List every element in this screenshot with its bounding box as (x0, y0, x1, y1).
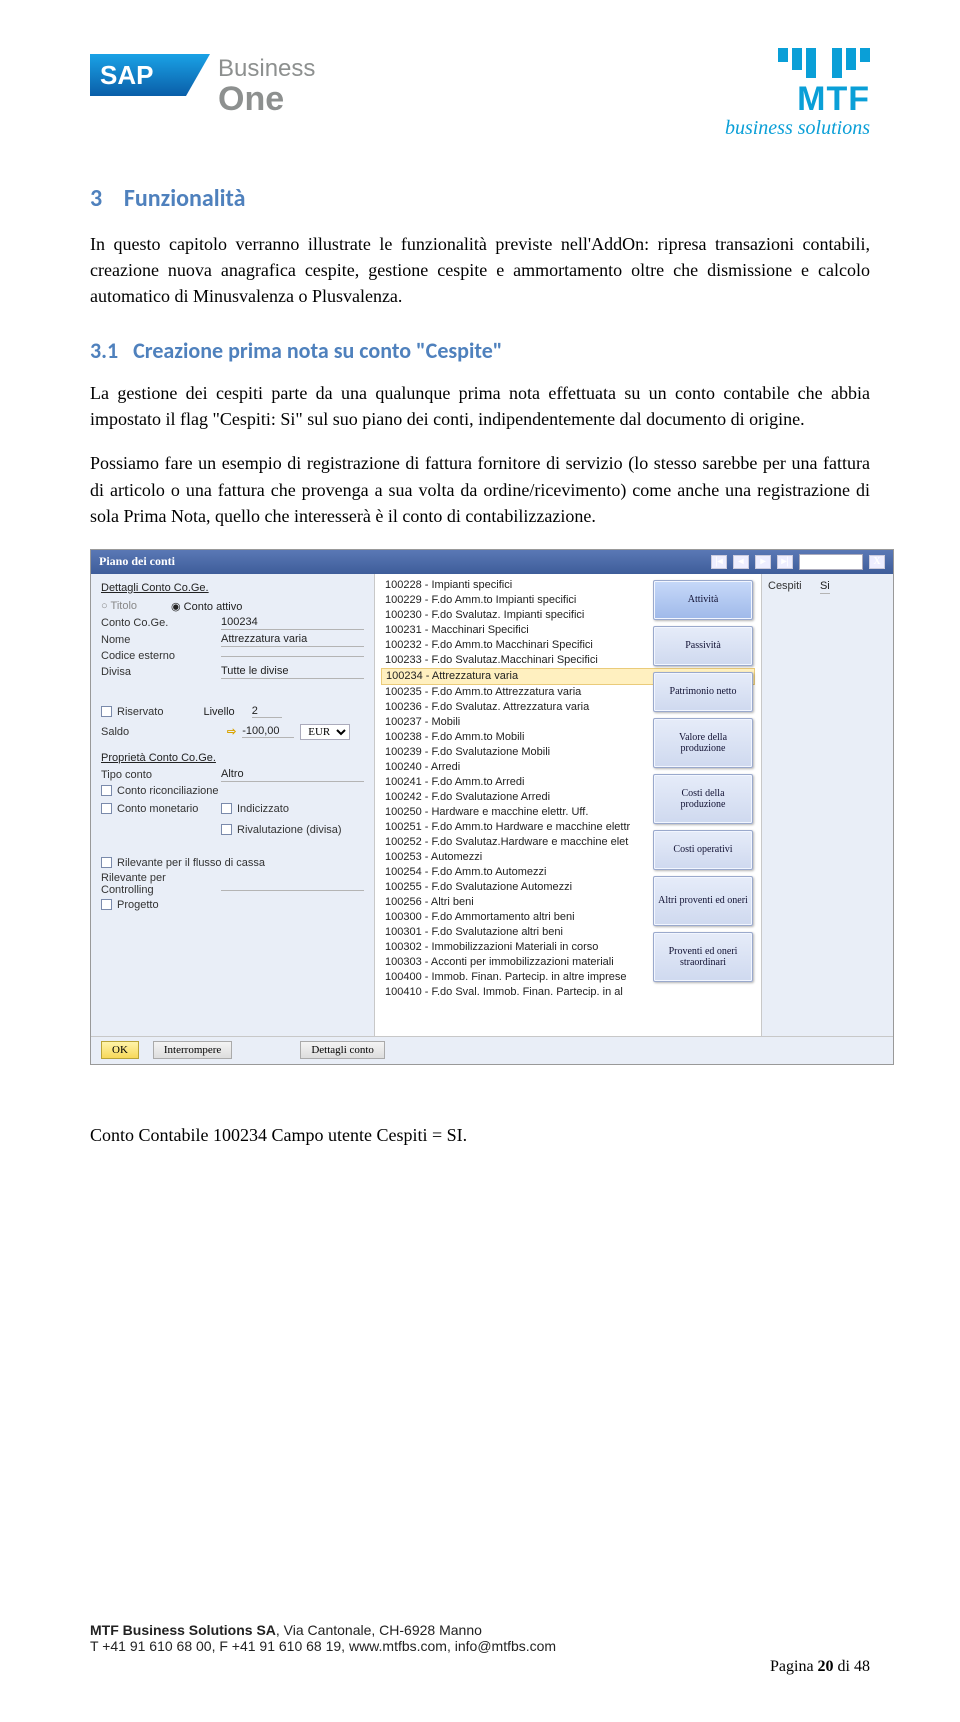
footer-address: , Via Cantonale, CH-6928 Manno (276, 1622, 482, 1638)
drawer-button[interactable]: Passività (653, 626, 753, 666)
details-panel: Dettagli Conto Co.Ge. ○ Titolo ◉ Conto a… (91, 574, 375, 1064)
ok-button[interactable]: OK (101, 1041, 139, 1059)
section-heading: 3 Funzionalità (90, 184, 870, 213)
screenshot-caption: Conto Contabile 100234 Campo utente Cesp… (90, 1125, 870, 1146)
saldo-value[interactable]: -100,00 (242, 725, 294, 738)
subsection-title: Creazione prima nota su conto "Cespite" (133, 337, 502, 364)
subsection-para2: Possiamo fare un esempio di registrazion… (90, 450, 870, 528)
page-number: Pagina 20 di 48 (90, 1658, 870, 1676)
mtf-logo: MTF business solutions (640, 48, 870, 128)
ril-ctrl-label: Rilevante per Controlling (101, 872, 221, 896)
window-footer: OK Interrompere Dettagli conto (91, 1036, 893, 1064)
link-arrow-icon[interactable]: ⇨ (227, 725, 236, 738)
close-button[interactable]: X (869, 555, 885, 569)
section-num: 3 (90, 184, 102, 213)
svg-text:SAP: SAP (100, 60, 153, 90)
section-title: Funzionalità (124, 184, 246, 213)
drawer-button[interactable]: Costi della produzione (653, 774, 753, 824)
tipo-label: Tipo conto (101, 769, 221, 781)
drawer-button[interactable]: Altri proventi ed oneri (653, 876, 753, 926)
drawer-button[interactable]: Proventi ed oneri straordinari (653, 932, 753, 982)
right-panel: Cespiti Si (761, 574, 893, 1064)
codice-value[interactable] (221, 655, 364, 657)
detail-button[interactable]: Dettagli conto (300, 1041, 385, 1059)
window-title: Piano dei conti (99, 554, 175, 569)
divisa-label: Divisa (101, 666, 221, 678)
mtf-brand: MTF (640, 80, 870, 119)
subsection-num: 3.1 (90, 337, 118, 364)
app-screenshot: Piano dei conti |◂ ◂ ▸ ▸| Generale ▾ X D… (90, 549, 894, 1065)
cespiti-label: Cespiti (768, 580, 802, 592)
section-intro: In questo capitolo verranno illustrate l… (90, 231, 870, 309)
page-footer: MTF Business Solutions SA, Via Cantonale… (90, 1622, 870, 1676)
drawer-button[interactable]: Attività (653, 580, 753, 620)
tipo-value[interactable]: Altro (221, 768, 364, 782)
codice-label: Codice esterno (101, 650, 221, 662)
mtf-sub: business solutions (640, 117, 870, 140)
radio-titolo[interactable]: Titolo (111, 600, 138, 612)
chk-riconciliazione[interactable]: Conto riconciliazione (101, 785, 364, 797)
chk-progetto[interactable]: Progetto (101, 899, 364, 911)
subsection-para1: La gestione dei cespiti parte da una qua… (90, 380, 870, 432)
drawer-button[interactable]: Patrimonio netto (653, 672, 753, 712)
details-title: Dettagli Conto Co.Ge. (101, 582, 364, 594)
mtf-bars-icon (640, 48, 870, 78)
drawer-button[interactable]: Valore della produzione (653, 718, 753, 768)
livello-label: Livello (203, 706, 234, 718)
nome-label: Nome (101, 634, 221, 646)
sap-sub-1: Business (218, 55, 315, 82)
cancel-button[interactable]: Interrompere (153, 1041, 232, 1059)
chk-flusso-cassa[interactable]: Rilevante per il flusso di cassa (101, 857, 364, 869)
subsection-heading: 3.1 Creazione prima nota su conto "Cespi… (90, 337, 870, 364)
conto-label: Conto Co.Ge. (101, 617, 221, 629)
conto-value[interactable]: 100234 (221, 616, 364, 630)
footer-contacts: T +41 91 610 68 00, F +41 91 610 68 19, … (90, 1638, 870, 1654)
nav-last-button[interactable]: ▸| (777, 555, 793, 569)
view-combo[interactable]: Generale ▾ (799, 554, 863, 570)
saldo-label: Saldo (101, 726, 221, 738)
chk-riservato[interactable]: Riservato (101, 706, 163, 718)
livello-value[interactable]: 2 (252, 705, 282, 718)
cespiti-value[interactable]: Si (820, 580, 830, 594)
radio-conto-attivo[interactable]: Conto attivo (184, 601, 243, 613)
nav-first-button[interactable]: |◂ (711, 555, 727, 569)
sap-logo: SAP Business One (90, 48, 350, 120)
chk-rivalutazione[interactable]: Rivalutazione (divisa) (221, 824, 342, 836)
saldo-currency[interactable]: EUR (300, 724, 350, 740)
divisa-value[interactable]: Tutte le divise (221, 665, 364, 679)
window-titlebar: Piano dei conti |◂ ◂ ▸ ▸| Generale ▾ X (91, 550, 893, 574)
nav-next-button[interactable]: ▸ (755, 555, 771, 569)
chk-indicizzato[interactable]: Indicizzato (221, 803, 289, 815)
properties-title: Proprietà Conto Co.Ge. (101, 752, 364, 764)
chk-monetario[interactable]: Conto monetario (101, 803, 221, 815)
page-header: SAP Business One MTF business solutions (90, 48, 870, 128)
sap-sub-2: One (218, 80, 284, 118)
nome-value[interactable]: Attrezzatura varia (221, 633, 364, 647)
footer-company: MTF Business Solutions SA (90, 1622, 276, 1638)
drawer-button[interactable]: Costi operativi (653, 830, 753, 870)
nav-prev-button[interactable]: ◂ (733, 555, 749, 569)
